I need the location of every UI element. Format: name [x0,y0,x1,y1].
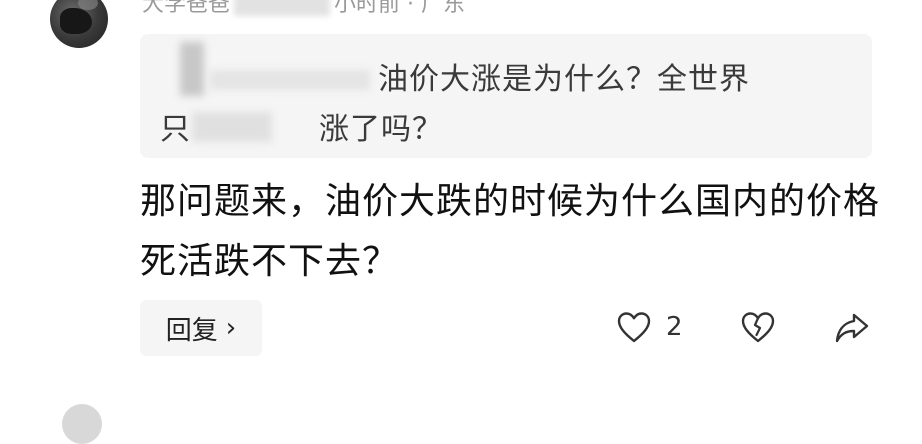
comment-meta: 大学爸爸 小时前 · 广东 [142,0,465,18]
quoted-user-redaction [210,70,370,90]
comment-time-location: 小时前 · 广东 [334,0,465,17]
share-arrow-icon[interactable] [834,310,870,346]
reply-button[interactable]: 回复 › [140,300,262,356]
meta-redaction [234,0,331,16]
quoted-text-line-1: 油价大涨是为什么？全世界 [378,62,750,97]
avatar-hair-shape [60,8,92,34]
avatar-highlight [78,0,98,10]
quoted-text-line-2: 只 涨了吗？ [160,104,443,148]
broken-heart-icon[interactable] [740,310,776,346]
quoted-comment-box[interactable]: 油价大涨是为什么？全世界 只 涨了吗？ [140,34,872,158]
comment-body: 那问题来，油价大跌的时候为什么国内的价格死活跌不下去？ [140,181,881,282]
commenter-name[interactable]: 大学爸爸 [142,0,230,18]
chevron-right-icon: › [225,313,237,343]
quoted-text-suffix: 涨了吗？ [319,112,443,147]
reply-label: 回复 [165,315,218,346]
commenter-avatar[interactable] [50,0,108,48]
next-comment-avatar[interactable] [62,404,102,444]
quoted-user-redaction [180,42,204,96]
heart-outline-icon[interactable] [616,310,652,346]
like-count: 2 [666,312,683,342]
quoted-text-prefix: 只 [160,112,191,147]
